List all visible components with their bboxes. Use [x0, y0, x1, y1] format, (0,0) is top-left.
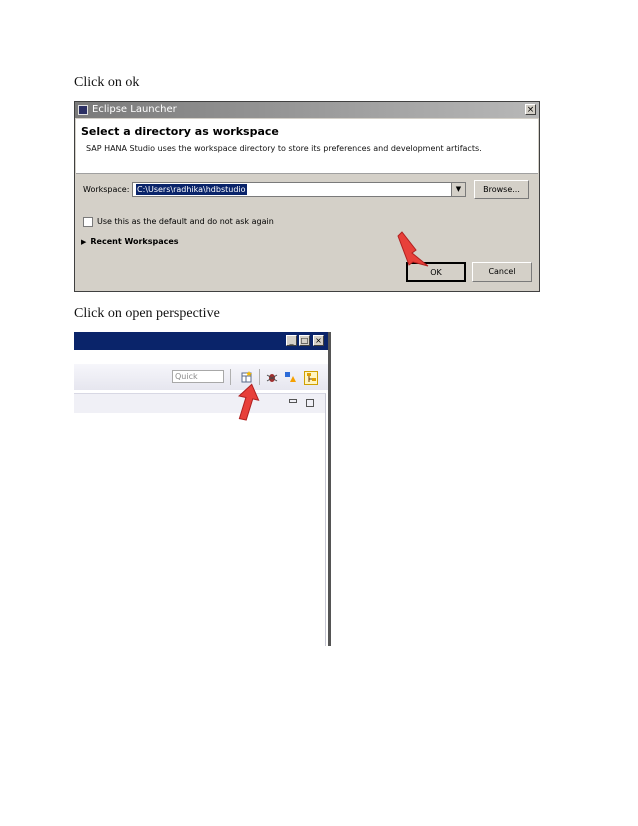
debug-perspective-icon[interactable] — [266, 371, 278, 383]
dialog-banner: Select a directory as workspace SAP HANA… — [76, 119, 538, 174]
dialog-description: SAP HANA Studio uses the workspace direc… — [86, 144, 482, 153]
view-panel-header — [74, 394, 325, 413]
workspace-label: Workspace: — [83, 185, 130, 194]
eclipse-app-icon — [78, 105, 88, 115]
window-close-button[interactable]: × — [313, 335, 324, 346]
window-titlebar: _ □ × — [74, 332, 328, 350]
dialog-titlebar: Eclipse Launcher × — [75, 102, 539, 118]
red-pointer-arrow-icon — [397, 231, 429, 267]
modeler-perspective-icon[interactable] — [284, 371, 296, 383]
view-maximize-icon[interactable] — [306, 399, 314, 407]
instruction-click-ok: Click on ok — [74, 75, 140, 90]
workspace-value[interactable]: C:\Users\radhika\hdbstudio — [136, 184, 247, 195]
view-panel — [74, 393, 326, 646]
recent-workspaces-toggle[interactable]: ▶ Recent Workspaces — [81, 237, 179, 246]
workspace-combo[interactable]: C:\Users\radhika\hdbstudio ▼ — [132, 182, 466, 197]
default-workspace-checkbox[interactable] — [83, 217, 93, 227]
cancel-button[interactable]: Cancel — [472, 262, 532, 282]
dialog-close-button[interactable]: × — [525, 104, 536, 115]
eclipse-window-screenshot: _ □ × Quick Access — [74, 332, 331, 646]
default-workspace-checkbox-label[interactable]: Use this as the default and do not ask a… — [97, 217, 274, 226]
dialog-heading: Select a directory as workspace — [81, 125, 279, 138]
expand-triangle-icon: ▶ — [81, 238, 87, 246]
view-minimize-icon[interactable] — [289, 399, 297, 403]
maximize-button[interactable]: □ — [299, 335, 310, 346]
red-pointer-arrow-icon — [237, 383, 260, 421]
quick-access-input[interactable]: Quick Access — [172, 370, 224, 383]
development-perspective-icon[interactable] — [304, 371, 318, 385]
recent-workspaces-label: Recent Workspaces — [90, 237, 179, 246]
chevron-down-icon[interactable]: ▼ — [451, 183, 465, 196]
window-right-border — [328, 332, 331, 646]
dialog-title: Eclipse Launcher — [92, 104, 177, 115]
minimize-button[interactable]: _ — [286, 335, 297, 346]
toolbar-separator — [230, 369, 231, 385]
main-toolbar: Quick Access — [74, 364, 328, 390]
browse-button[interactable]: Browse... — [474, 180, 529, 199]
instruction-open-perspective: Click on open perspective — [74, 306, 220, 321]
eclipse-launcher-dialog: Eclipse Launcher × Select a directory as… — [74, 101, 540, 292]
